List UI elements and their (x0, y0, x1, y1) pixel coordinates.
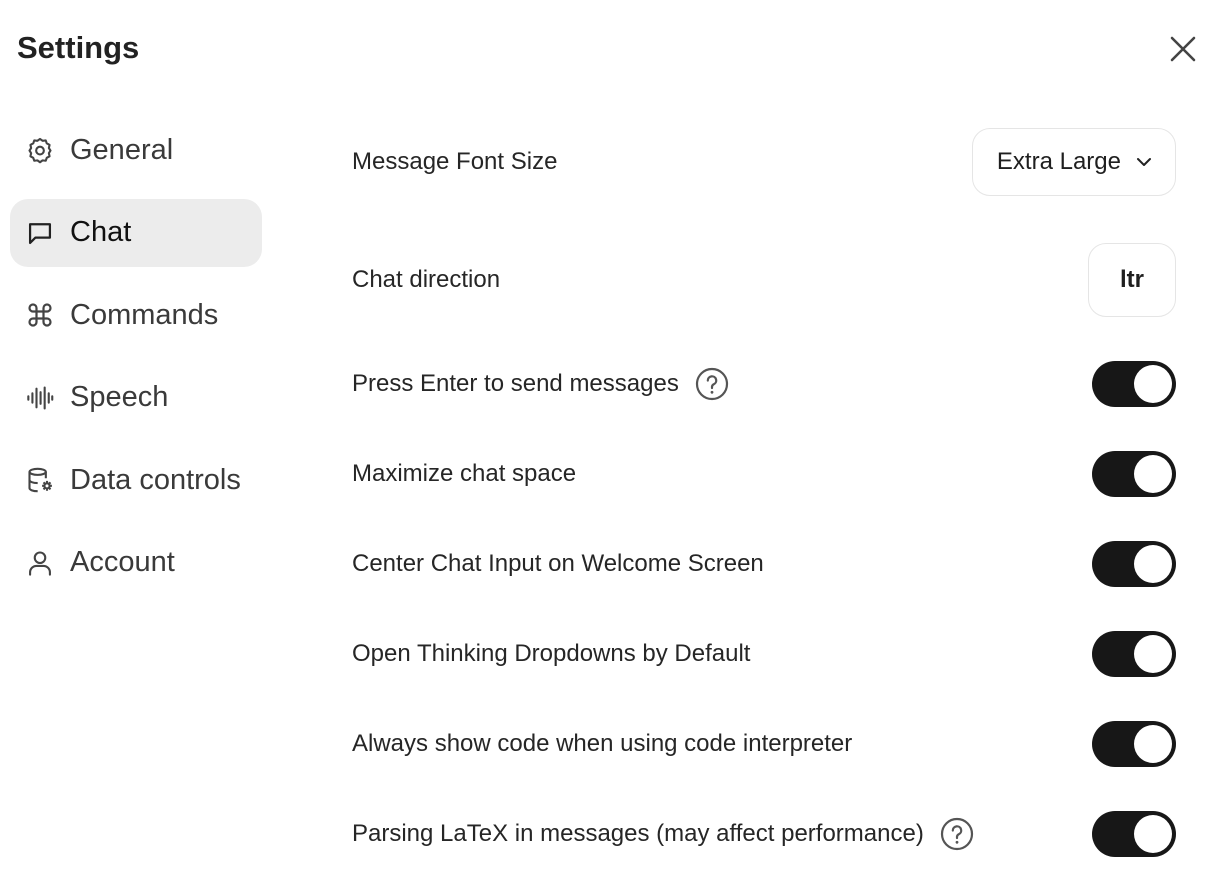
setting-label-text: Parsing LaTeX in messages (may affect pe… (352, 820, 924, 847)
toggle-row-open-thinking-dropdowns: Open Thinking Dropdowns by Default (352, 631, 1176, 677)
help-icon[interactable] (940, 817, 974, 851)
sidebar-item-general[interactable]: General (10, 116, 262, 184)
sidebar-item-chat[interactable]: Chat (10, 198, 262, 267)
setting-label: Parsing LaTeX in messages (may affect pe… (352, 817, 974, 851)
sidebar-item-label: General (70, 133, 174, 166)
enter-to-send-toggle[interactable] (1092, 361, 1176, 407)
page-title: Settings (17, 30, 140, 65)
setting-label: Press Enter to send messages (352, 367, 729, 401)
chat-direction-label: Chat direction (352, 266, 501, 293)
chat-direction-button[interactable]: ltr (1088, 243, 1176, 317)
font-size-dropdown[interactable]: Extra Large (971, 128, 1176, 196)
open-thinking-dropdowns-toggle[interactable] (1092, 631, 1176, 677)
command-icon (24, 299, 56, 331)
setting-label: Maximize chat space (352, 460, 577, 487)
toggle-knob (1134, 545, 1172, 583)
chat-settings-panel: Message Font Size Extra Large Chat direc… (352, 0, 1176, 879)
toggle-row-always-show-code: Always show code when using code interpr… (352, 721, 1176, 767)
sidebar-item-label: Speech (70, 381, 169, 413)
chat-bubble-icon (24, 217, 56, 249)
sidebar-item-account[interactable]: Account (10, 529, 262, 597)
font-size-label: Message Font Size (352, 148, 558, 175)
chat-direction-row: Chat direction ltr (352, 242, 1176, 318)
toggle-row-center-chat-input: Center Chat Input on Welcome Screen (352, 541, 1176, 587)
toggle-knob (1134, 365, 1172, 403)
always-show-code-toggle[interactable] (1092, 721, 1176, 767)
font-size-row: Message Font Size Extra Large (352, 127, 1176, 197)
settings-sidebar: General Chat Commands Speech Data contro… (10, 116, 262, 611)
toggle-knob (1134, 725, 1172, 763)
database-settings-icon (24, 464, 56, 496)
audio-waveform-icon (24, 382, 56, 414)
toggle-row-enter-to-send: Press Enter to send messages (352, 361, 1176, 407)
parsing-latex-toggle[interactable] (1092, 811, 1176, 857)
help-icon[interactable] (695, 367, 729, 401)
sidebar-item-label: Data controls (70, 463, 241, 496)
setting-label: Center Chat Input on Welcome Screen (352, 550, 764, 577)
toggle-knob (1134, 455, 1172, 493)
setting-label-text: Press Enter to send messages (352, 370, 679, 397)
maximize-chat-space-toggle[interactable] (1092, 451, 1176, 497)
setting-label: Open Thinking Dropdowns by Default (352, 640, 751, 667)
sidebar-item-label: Commands (70, 298, 219, 331)
center-chat-input-toggle[interactable] (1092, 541, 1176, 587)
sidebar-item-speech[interactable]: Speech (10, 364, 262, 432)
sidebar-item-data-controls[interactable]: Data controls (10, 446, 262, 514)
setting-label: Always show code when using code interpr… (352, 730, 853, 757)
sidebar-item-label: Account (70, 546, 175, 578)
font-size-value: Extra Large (996, 148, 1121, 175)
toggle-knob (1134, 815, 1172, 853)
toggle-knob (1134, 635, 1172, 673)
sidebar-item-commands[interactable]: Commands (10, 281, 262, 349)
gear-icon (24, 134, 56, 166)
sidebar-item-label: Chat (70, 216, 132, 248)
toggle-row-parsing-latex: Parsing LaTeX in messages (may affect pe… (352, 811, 1176, 857)
toggle-row-maximize-chat-space: Maximize chat space (352, 451, 1176, 497)
chevron-down-icon (1135, 153, 1153, 171)
user-icon (24, 547, 56, 579)
